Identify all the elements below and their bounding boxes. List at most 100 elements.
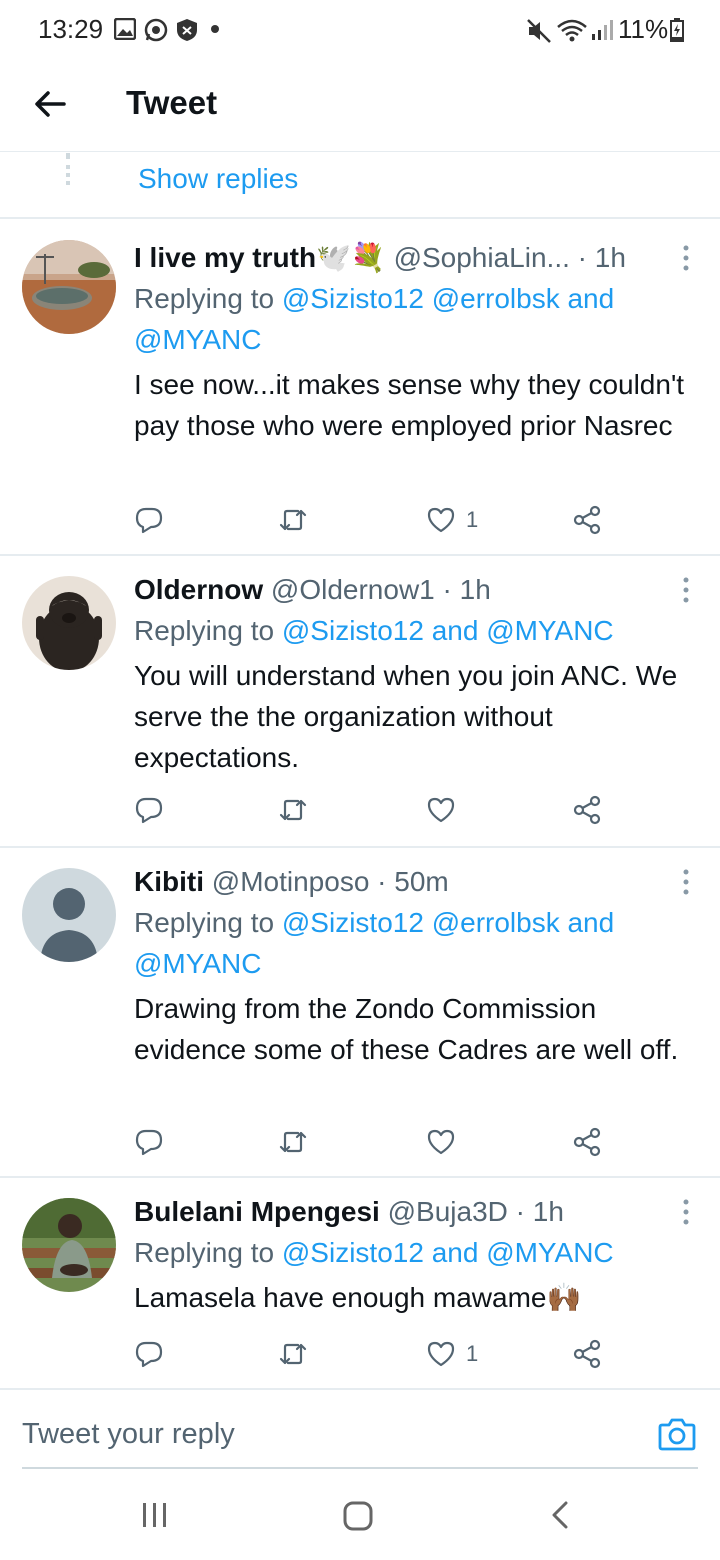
tweet-item[interactable]: Kibiti @Motinposo · 50m Replying to @Siz… — [0, 848, 720, 1178]
notification-dot-icon — [211, 25, 219, 33]
more-icon[interactable] — [682, 244, 690, 272]
system-nav-bar — [0, 1470, 720, 1560]
user-handle[interactable]: @Motinposo — [212, 866, 370, 897]
show-replies-link[interactable]: Show replies — [138, 163, 298, 195]
retweet-button[interactable] — [278, 1334, 308, 1374]
share-icon — [573, 795, 601, 825]
mention-link[interactable]: @MYANC — [134, 948, 261, 979]
user-handle[interactable]: @Oldernow1 — [271, 574, 435, 605]
replying-prefix: Replying to — [134, 283, 275, 314]
display-name[interactable]: Kibiti — [134, 866, 204, 897]
mention-link[interactable]: @Sizisto12 @errolbsk and — [282, 907, 614, 938]
reply-button[interactable] — [134, 1122, 164, 1162]
avatar[interactable] — [22, 240, 116, 334]
home-icon[interactable] — [342, 1500, 374, 1532]
like-button[interactable]: 1 — [426, 500, 478, 540]
mention-link[interactable]: @Sizisto12 and @MYANC — [282, 615, 614, 646]
reply-icon — [135, 797, 163, 824]
back-nav-icon[interactable] — [548, 1500, 572, 1530]
share-button[interactable] — [572, 1334, 602, 1374]
tweet-text: I see now...it makes sense why they coul… — [134, 369, 685, 441]
retweet-button[interactable] — [278, 500, 308, 540]
tweet-time: · 50m — [377, 866, 449, 897]
more-icon[interactable] — [682, 868, 690, 896]
page-title: Tweet — [126, 84, 218, 121]
share-button[interactable] — [572, 790, 602, 830]
battery-percentage: 11% — [618, 14, 669, 44]
replying-prefix: Replying to — [134, 615, 275, 646]
display-name[interactable]: Oldernow — [134, 574, 263, 605]
thread-connector — [66, 153, 70, 185]
display-name[interactable]: I live my truth🕊️💐 — [134, 242, 386, 273]
like-icon — [427, 1341, 455, 1367]
retweet-button[interactable] — [278, 1122, 308, 1162]
tweet-time: · 1h — [577, 242, 626, 273]
tweet-body: Oldernow @Oldernow1 · 1h Replying to @Si… — [134, 570, 694, 778]
input-underline — [22, 1467, 698, 1469]
mute-icon — [527, 19, 551, 43]
reply-composer: Tweet your reply — [0, 1388, 720, 1469]
like-count: 1 — [466, 1341, 479, 1366]
avatar[interactable] — [22, 868, 116, 962]
status-time: 13:29 — [38, 14, 104, 44]
like-button[interactable] — [426, 790, 466, 830]
share-icon — [573, 505, 601, 535]
reply-input[interactable]: Tweet your reply — [22, 1418, 235, 1451]
user-handle[interactable]: @SophiaLin... — [394, 242, 570, 273]
like-icon — [427, 797, 455, 823]
mention-link[interactable]: @MYANC — [134, 324, 261, 355]
signal-icon — [592, 20, 613, 40]
tweet-header: I live my truth🕊️💐 @SophiaLin... · 1h — [134, 238, 694, 278]
reply-button[interactable] — [134, 1334, 164, 1374]
recents-icon[interactable] — [140, 1500, 170, 1530]
reply-button[interactable] — [134, 790, 164, 830]
display-name[interactable]: Bulelani Mpengesi — [134, 1196, 380, 1227]
avatar[interactable] — [22, 1198, 116, 1292]
mention-link[interactable]: @Sizisto12 @errolbsk and — [282, 283, 614, 314]
tweet-text: Drawing from the Zondo Commission eviden… — [134, 993, 679, 1065]
tweet-time: · 1h — [442, 574, 491, 605]
show-replies-row: Show replies — [0, 153, 720, 219]
user-handle[interactable]: @Buja3D — [388, 1196, 508, 1227]
tweet-body: Bulelani Mpengesi @Buja3D · 1h Replying … — [134, 1192, 694, 1318]
camera-icon[interactable] — [658, 1416, 696, 1452]
tweet-time: · 1h — [515, 1196, 564, 1227]
tweet-actions — [134, 1122, 614, 1162]
tweet-item[interactable]: Oldernow @Oldernow1 · 1h Replying to @Si… — [0, 556, 720, 848]
back-arrow-icon[interactable] — [32, 86, 68, 122]
more-icon[interactable] — [682, 576, 690, 604]
tweet-text: You will understand when you join ANC. W… — [134, 660, 678, 773]
share-icon — [573, 1339, 601, 1369]
replying-to: Replying to @Sizisto12 @errolbsk and @MY… — [134, 902, 694, 984]
tweet-actions: 1 — [134, 500, 614, 540]
mention-link[interactable]: @Sizisto12 and @MYANC — [282, 1237, 614, 1268]
replying-prefix: Replying to — [134, 907, 275, 938]
avatar[interactable] — [22, 576, 116, 670]
app-bar: Tweet — [0, 58, 720, 152]
more-icon[interactable] — [682, 1198, 690, 1226]
retweet-button[interactable] — [278, 790, 308, 830]
share-button[interactable] — [572, 500, 602, 540]
shield-icon — [177, 19, 197, 41]
tweet-body: I live my truth🕊️💐 @SophiaLin... · 1h Re… — [134, 238, 694, 446]
like-icon — [427, 507, 455, 533]
tweet-actions — [134, 790, 614, 830]
reply-icon — [135, 1129, 163, 1156]
share-button[interactable] — [572, 1122, 602, 1162]
tweet-text: Lamasela have enough mawame🙌🏾 — [134, 1282, 582, 1313]
replying-to: Replying to @Sizisto12 and @MYANC — [134, 610, 694, 651]
replying-prefix: Replying to — [134, 1237, 275, 1268]
tweet-body: Kibiti @Motinposo · 50m Replying to @Siz… — [134, 862, 694, 1070]
tweet-item[interactable]: Bulelani Mpengesi @Buja3D · 1h Replying … — [0, 1178, 720, 1388]
replying-to: Replying to @Sizisto12 and @MYANC — [134, 1232, 694, 1273]
gallery-icon — [114, 18, 136, 40]
like-button[interactable] — [426, 1122, 466, 1162]
tweet-header: Oldernow @Oldernow1 · 1h — [134, 570, 694, 610]
reply-button[interactable] — [134, 500, 164, 540]
like-button[interactable]: 1 — [426, 1334, 478, 1374]
replying-to: Replying to @Sizisto12 @errolbsk and @MY… — [134, 278, 694, 360]
retweet-icon — [279, 1131, 307, 1153]
wifi-icon — [557, 19, 587, 42]
tweet-item[interactable]: I live my truth🕊️💐 @SophiaLin... · 1h Re… — [0, 220, 720, 556]
battery-icon — [670, 18, 684, 42]
